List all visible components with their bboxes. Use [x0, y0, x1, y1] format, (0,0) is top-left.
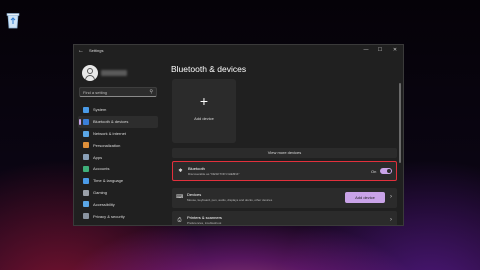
search-placeholder: Find a setting — [83, 90, 108, 95]
recycle-bin-icon[interactable] — [6, 12, 20, 29]
title-bar: ← Settings — ☐ ✕ — [74, 45, 403, 57]
bluetooth-subtitle: Discoverable as "DESKTOP-NHE8N4" — [188, 172, 240, 176]
sidebar-item-accounts[interactable]: Accounts — [78, 163, 158, 175]
printer-icon: ⎙ — [177, 217, 182, 223]
sidebar-item-network[interactable]: Network & internet — [78, 128, 158, 140]
person-icon — [83, 165, 89, 172]
sidebar-item-system[interactable]: System — [78, 104, 158, 116]
sidebar-item-accessibility[interactable]: Accessibility — [78, 198, 158, 210]
sidebar-item-personalization[interactable]: Personalization — [78, 139, 158, 151]
sidebar-item-label: Network & internet — [93, 130, 126, 136]
add-device-button[interactable]: Add device — [345, 192, 385, 203]
sidebar-item-label: Personalization — [93, 142, 121, 148]
sidebar-item-gaming[interactable]: Gaming — [78, 187, 158, 199]
bluetooth-state-label: On — [371, 169, 377, 174]
search-icon: ⚲ — [149, 89, 153, 95]
monitor-icon — [83, 107, 89, 113]
sidebar-item-time-language[interactable]: Time & language — [78, 175, 158, 187]
avatar[interactable] — [82, 65, 98, 81]
devices-subtitle: Mouse, keyboard, pen, audio, displays an… — [187, 198, 273, 202]
gamepad-icon — [83, 189, 89, 196]
accessibility-icon — [83, 201, 89, 208]
maximize-button[interactable]: ☐ — [375, 46, 385, 55]
minimize-button[interactable]: — — [361, 46, 371, 55]
bluetooth-icon: ✱ — [178, 168, 183, 174]
apps-icon — [83, 154, 89, 161]
settings-window: ← Settings — ☐ ✕ Find a setting ⚲ System… — [73, 44, 404, 226]
page-title: Bluetooth & devices — [171, 64, 247, 74]
wifi-icon — [83, 130, 89, 137]
bluetooth-row: ✱ Bluetooth Discoverable as "DESKTOP-NHE… — [172, 161, 397, 181]
bluetooth-toggle[interactable] — [380, 168, 392, 174]
sidebar-item-bluetooth[interactable]: Bluetooth & devices — [78, 115, 158, 128]
devices-row[interactable]: ⌨ Devices Mouse, keyboard, pen, audio, d… — [172, 188, 397, 208]
sidebar-item-label: Accounts — [93, 166, 110, 172]
sidebar-nav: System Bluetooth & devices Network & int… — [78, 104, 158, 222]
shield-icon — [83, 213, 89, 220]
sidebar-item-label: Time & language — [93, 178, 124, 184]
devices-title: Devices — [187, 192, 202, 197]
sidebar-item-privacy[interactable]: Privacy & security — [78, 210, 158, 222]
chevron-right-icon: › — [390, 217, 392, 223]
sidebar-item-label: Accessibility — [93, 201, 115, 207]
sidebar-item-label: Bluetooth & devices — [93, 119, 129, 125]
sidebar-item-apps[interactable]: Apps — [78, 151, 158, 163]
printers-title: Printers & scanners — [187, 215, 222, 220]
devices-icon: ⌨ — [176, 194, 184, 200]
printers-row[interactable]: ⎙ Printers & scanners Preferences, troub… — [172, 211, 397, 225]
view-more-devices-button[interactable]: View more devices — [172, 148, 397, 158]
scrollbar[interactable] — [399, 83, 401, 163]
globe-icon — [83, 177, 89, 184]
brush-icon — [83, 142, 89, 149]
plus-icon: + — [199, 93, 209, 109]
sidebar-item-label: System — [93, 107, 107, 113]
search-input[interactable]: Find a setting ⚲ — [79, 87, 157, 97]
window-title: Settings — [89, 48, 104, 53]
printers-subtitle: Preferences, troubleshoot — [187, 221, 222, 225]
sidebar-item-label: Apps — [93, 154, 103, 160]
back-arrow-icon[interactable]: ← — [78, 47, 86, 55]
add-device-tile[interactable]: + Add device — [172, 79, 236, 143]
sidebar-item-label: Privacy & security — [93, 213, 125, 219]
close-button[interactable]: ✕ — [390, 46, 400, 55]
bluetooth-icon — [83, 118, 89, 125]
add-device-label: Add device — [194, 116, 214, 121]
bluetooth-title: Bluetooth — [188, 166, 205, 171]
chevron-right-icon: › — [390, 194, 392, 200]
sidebar-item-label: Gaming — [93, 189, 108, 195]
username-redacted — [101, 70, 127, 76]
